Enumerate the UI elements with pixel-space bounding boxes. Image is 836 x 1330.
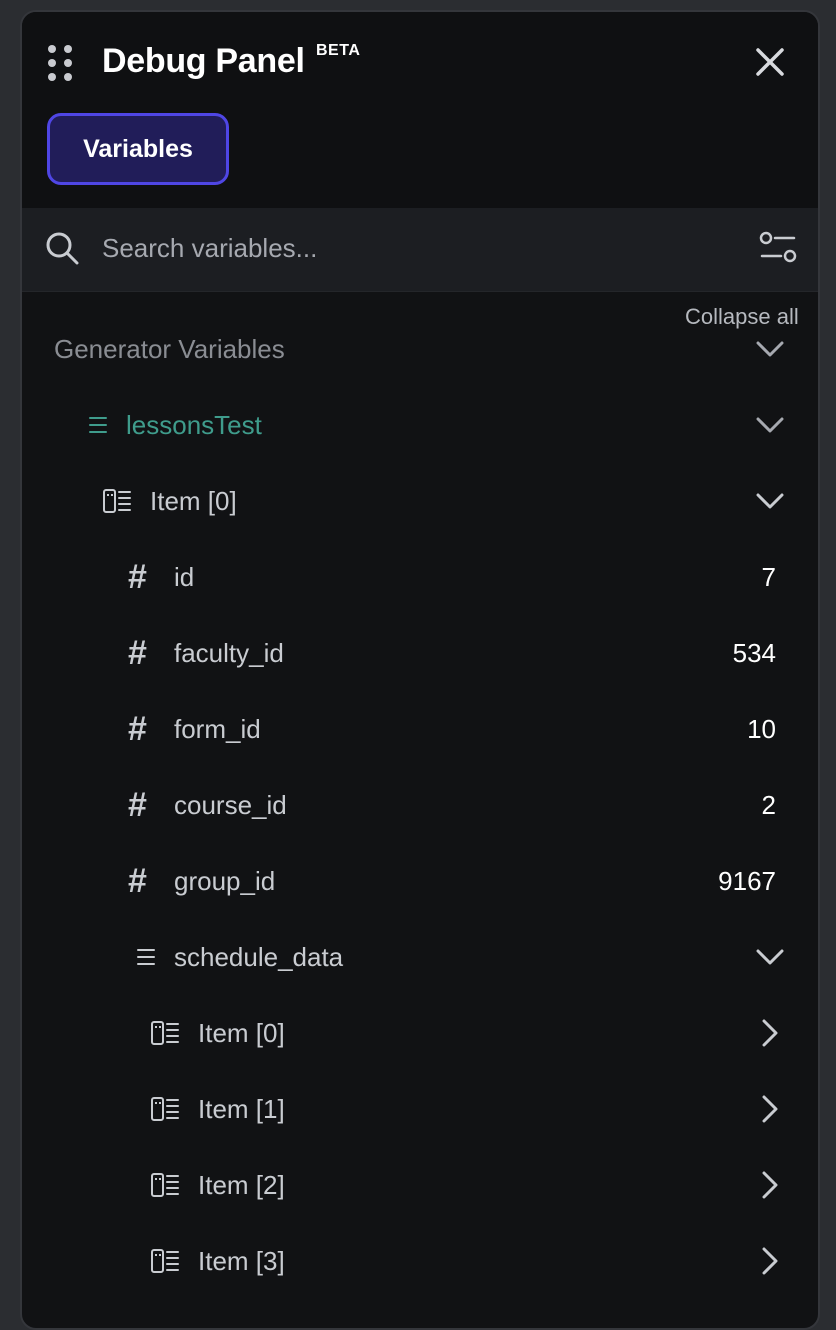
tree-row-field[interactable]: # group_id 9167 bbox=[22, 851, 818, 911]
chevron-right-icon[interactable] bbox=[752, 1243, 788, 1279]
tree-row-item[interactable]: Item [3] bbox=[22, 1231, 818, 1291]
tree-row-field[interactable]: # id 7 bbox=[22, 547, 818, 607]
item-label: Item [3] bbox=[198, 1246, 285, 1276]
item-label: Item [0] bbox=[150, 486, 237, 516]
section-label: Generator Variables bbox=[54, 334, 285, 364]
hash-icon: # bbox=[128, 558, 147, 596]
field-name: course_id bbox=[174, 790, 287, 820]
chevron-down-icon[interactable] bbox=[752, 407, 788, 443]
tree-row-field[interactable]: # form_id 10 bbox=[22, 699, 818, 759]
search-bar bbox=[22, 208, 818, 292]
tree-row-item[interactable]: Item [1] bbox=[22, 1079, 818, 1139]
tab-variables[interactable]: Variables bbox=[47, 113, 229, 185]
item-label: Item [0] bbox=[198, 1018, 285, 1048]
search-icon bbox=[44, 230, 80, 266]
hash-icon: # bbox=[128, 786, 147, 824]
chevron-down-icon[interactable] bbox=[752, 331, 788, 367]
tree-row-item[interactable]: Item [0] bbox=[22, 1003, 818, 1063]
chevron-right-icon[interactable] bbox=[752, 1091, 788, 1127]
chevron-down-icon[interactable] bbox=[752, 483, 788, 519]
list-icon bbox=[136, 947, 156, 972]
field-name: id bbox=[174, 562, 195, 592]
tree-row-list-schedule-data[interactable]: schedule_data bbox=[22, 927, 818, 987]
object-icon bbox=[102, 488, 132, 519]
object-icon bbox=[150, 1020, 180, 1051]
beta-badge: BETA bbox=[316, 42, 361, 59]
chevron-down-icon[interactable] bbox=[752, 939, 788, 975]
object-icon bbox=[150, 1172, 180, 1203]
tree-row-list-lessonstest[interactable]: lessonsTest bbox=[22, 395, 818, 455]
chevron-right-icon[interactable] bbox=[752, 1167, 788, 1203]
tree-row-field[interactable]: # faculty_id 534 bbox=[22, 623, 818, 683]
hash-icon: # bbox=[128, 862, 147, 900]
search-input[interactable] bbox=[102, 226, 702, 270]
debug-panel: Debug Panel BETA Variables Collapse all bbox=[20, 10, 820, 1330]
hash-icon: # bbox=[128, 634, 147, 672]
list-name: lessonsTest bbox=[126, 410, 262, 440]
field-name: faculty_id bbox=[174, 638, 284, 668]
field-name: form_id bbox=[174, 714, 261, 744]
item-label: Item [2] bbox=[198, 1170, 285, 1200]
section-generator-variables[interactable]: Generator Variables bbox=[22, 319, 818, 379]
chevron-right-icon[interactable] bbox=[752, 1015, 788, 1051]
list-icon bbox=[88, 415, 108, 440]
field-value: 2 bbox=[761, 790, 776, 820]
field-value: 534 bbox=[732, 638, 776, 668]
close-icon[interactable] bbox=[750, 42, 790, 82]
field-name: group_id bbox=[174, 866, 276, 896]
tree-row-field[interactable]: # course_id 2 bbox=[22, 775, 818, 835]
panel-title: Debug Panel bbox=[102, 42, 305, 80]
tree-row-item[interactable]: Item [0] bbox=[22, 471, 818, 531]
object-icon bbox=[150, 1248, 180, 1279]
list-name: schedule_data bbox=[174, 942, 344, 972]
field-value: 10 bbox=[747, 714, 776, 744]
item-label: Item [1] bbox=[198, 1094, 285, 1124]
hash-icon: # bbox=[128, 710, 147, 748]
field-value: 7 bbox=[761, 562, 776, 592]
object-icon bbox=[150, 1096, 180, 1127]
filter-settings-icon[interactable] bbox=[758, 228, 798, 268]
tree-row-item[interactable]: Item [2] bbox=[22, 1155, 818, 1215]
field-value: 9167 bbox=[718, 866, 776, 896]
panel-header: Debug Panel BETA Variables bbox=[22, 12, 818, 208]
drag-handle-icon[interactable] bbox=[48, 45, 76, 81]
